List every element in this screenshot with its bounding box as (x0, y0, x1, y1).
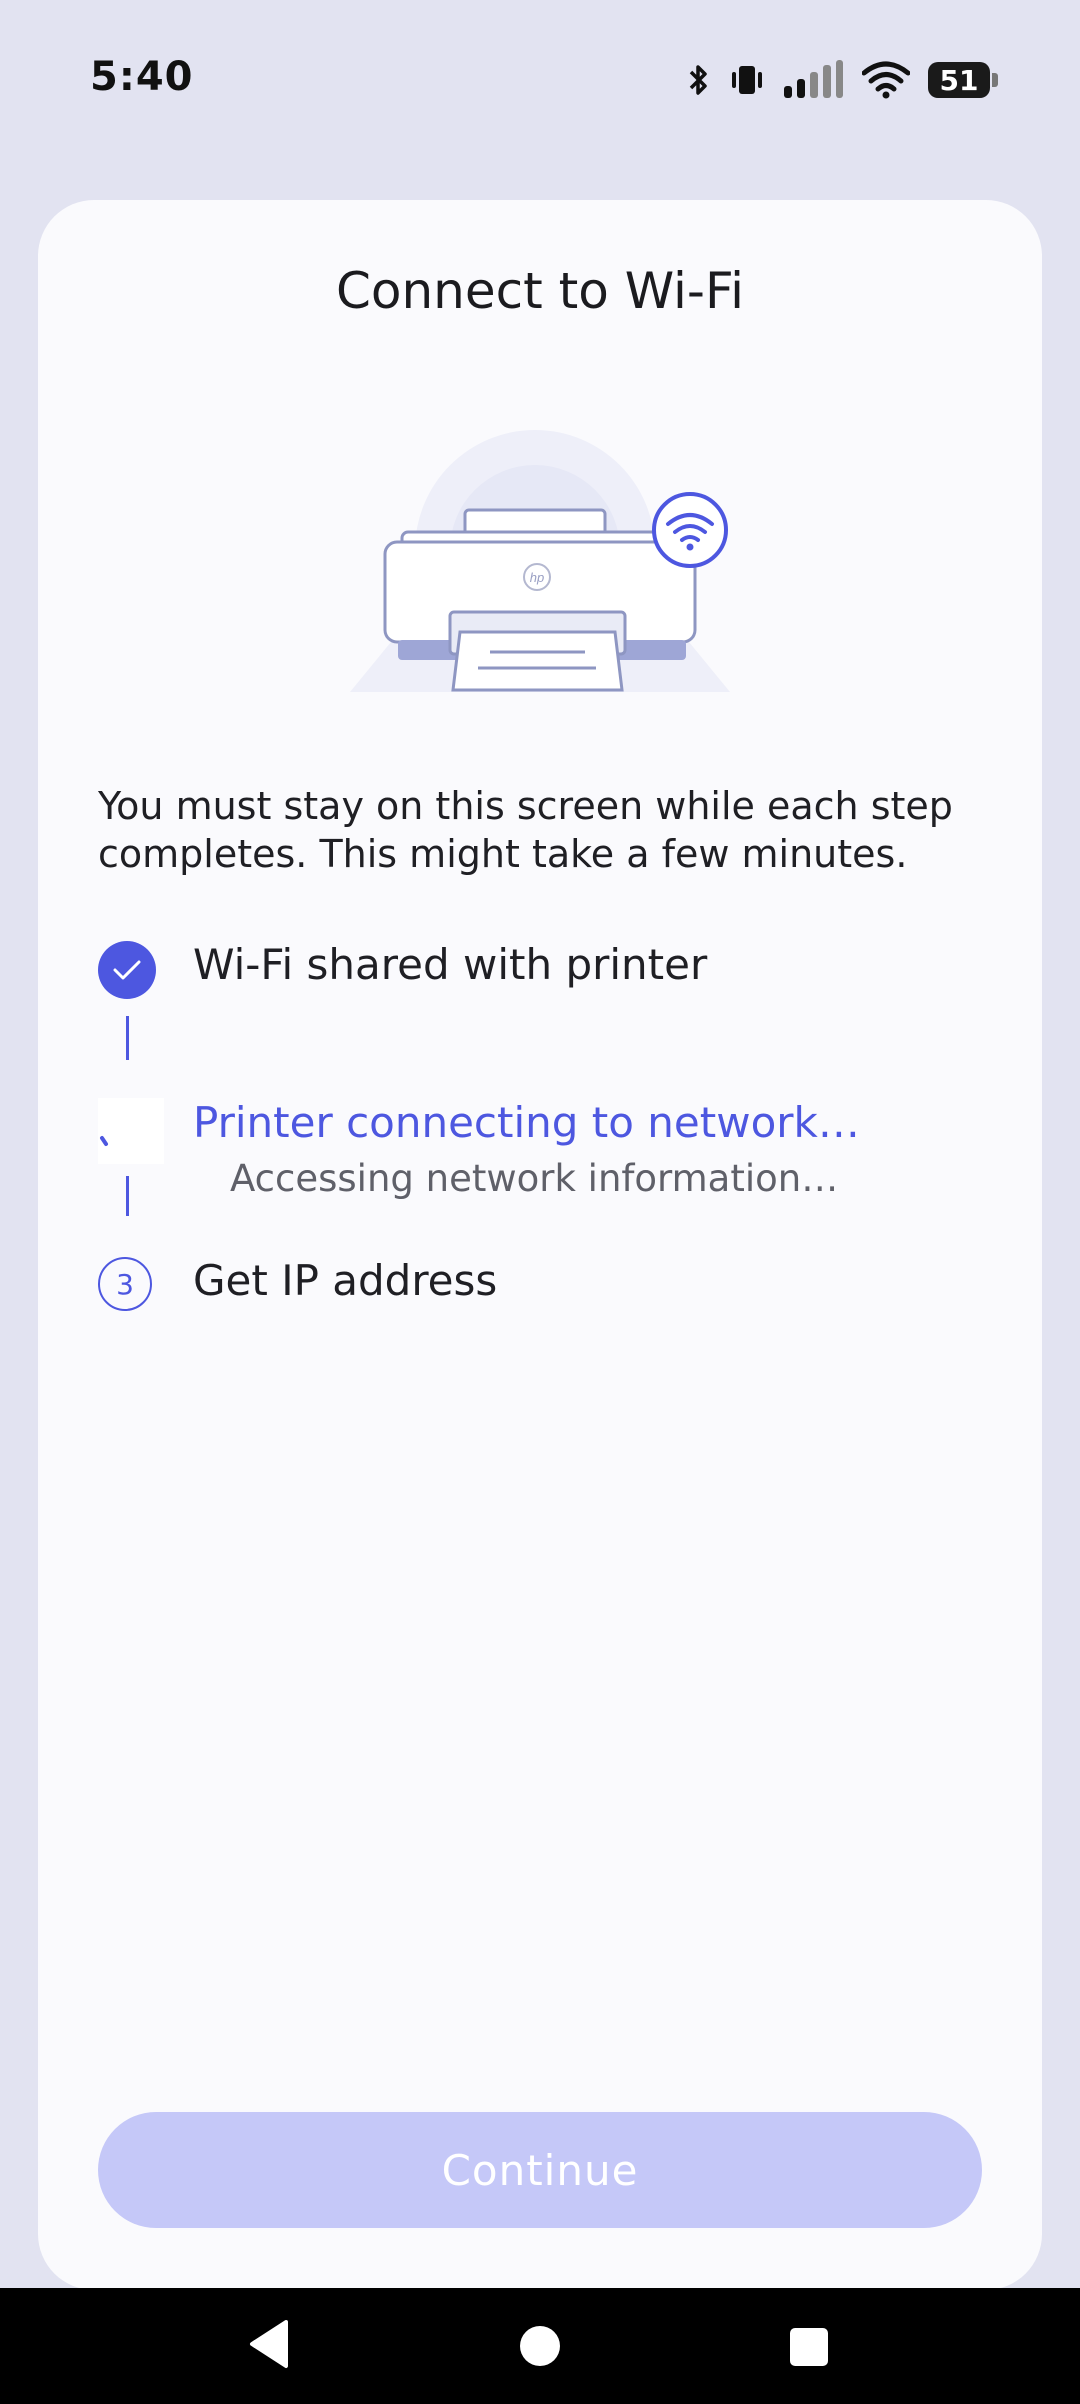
bluetooth-icon (689, 65, 707, 95)
battery-icon: 51 (928, 62, 998, 98)
svg-text:hp: hp (530, 570, 544, 585)
signal-icon (784, 60, 843, 98)
step-connector (126, 1176, 129, 1216)
recents-icon[interactable] (790, 2328, 828, 2366)
step-1-label: Wi-Fi shared with printer (193, 940, 708, 989)
step-connector (126, 1016, 129, 1060)
status-bar: 5:40 51 (0, 0, 1080, 160)
status-time: 5:40 (90, 54, 194, 100)
wifi-icon (862, 61, 910, 99)
intro-text: You must stay on this screen while each … (98, 784, 953, 876)
home-icon[interactable] (520, 2326, 560, 2366)
step-2-sublabel: Accessing network information… (230, 1157, 839, 1200)
navigation-bar (0, 2288, 1080, 2404)
continue-button[interactable]: Continue (98, 2112, 982, 2228)
step-2-label: Printer connecting to network… (193, 1098, 860, 1147)
step-3-label: Get IP address (193, 1256, 498, 1305)
battery-level: 51 (939, 63, 979, 97)
back-icon[interactable] (248, 2318, 292, 2370)
printer-wifi-illustration: hp (350, 430, 730, 692)
checkmark-icon (113, 960, 141, 980)
step-3-number-icon: 3 (98, 1257, 152, 1311)
vibrate-icon (732, 66, 762, 94)
page-title: Connect to Wi-Fi (335, 262, 744, 320)
status-icons: 51 (686, 56, 998, 104)
loading-spinner-icon (98, 1098, 164, 1164)
step-complete-icon (98, 941, 156, 999)
